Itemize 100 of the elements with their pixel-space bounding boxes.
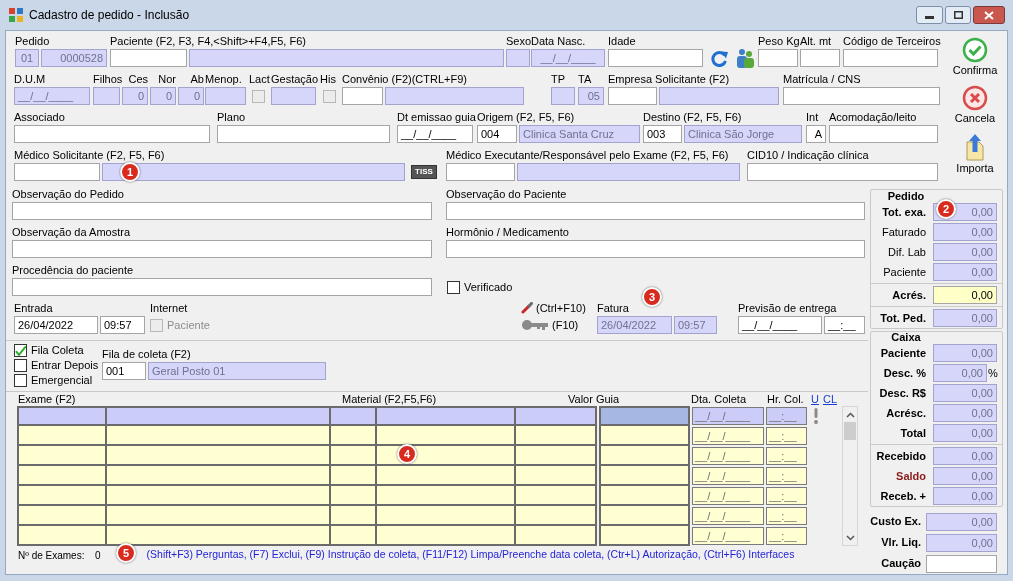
input-field[interactable] [608, 87, 657, 105]
lookup-field[interactable]: 0,00 [933, 404, 997, 422]
lookup-field[interactable] [385, 87, 524, 105]
table-row[interactable] [17, 406, 597, 426]
lookup-field[interactable]: 01 [15, 49, 39, 67]
input-field[interactable] [110, 49, 187, 67]
lookup-field[interactable]: 0,00 [926, 533, 997, 552]
lookup-field[interactable]: 0,00 [933, 364, 987, 382]
lookup-field[interactable] [93, 87, 120, 105]
lookup-field[interactable]: 0,00 [933, 424, 997, 442]
input-field[interactable] [608, 49, 703, 67]
input-field[interactable]: 004 [477, 125, 517, 143]
input-field[interactable] [783, 87, 940, 105]
lookup-field[interactable]: __/__/____ [14, 87, 90, 105]
time-field[interactable]: __:__ [766, 427, 807, 445]
lookup-field[interactable]: 0,00 [933, 223, 997, 241]
input-field[interactable]: 001 [102, 362, 146, 380]
lookup-field[interactable] [506, 49, 530, 67]
date-field[interactable]: __/__/____ [692, 447, 764, 465]
scrollbar[interactable] [842, 406, 858, 546]
lookup-field[interactable]: 0,00 [933, 487, 997, 505]
lookup-field[interactable]: 0,00 [933, 309, 997, 327]
checkbox[interactable] [14, 344, 27, 357]
input-field[interactable] [217, 125, 390, 143]
time-field[interactable]: __:__ [766, 467, 807, 485]
input-field[interactable] [758, 49, 798, 67]
input-field[interactable] [829, 125, 938, 143]
maximize-button[interactable] [945, 6, 971, 24]
input-field[interactable]: __/__/____ [738, 316, 822, 334]
input-field[interactable] [14, 163, 100, 181]
time-field[interactable]: __:__ [766, 487, 807, 505]
checkbox[interactable] [447, 280, 460, 294]
input-field[interactable] [747, 163, 938, 181]
lookup-field[interactable] [189, 49, 504, 67]
scrollbar-thumb[interactable] [844, 422, 856, 440]
link[interactable]: U [811, 392, 819, 406]
lookup-field[interactable] [271, 87, 316, 105]
input-field[interactable] [446, 202, 865, 220]
input-field[interactable] [12, 278, 432, 296]
input-field[interactable] [12, 240, 432, 258]
link[interactable]: CL [822, 392, 837, 406]
lookup-field[interactable]: 0 [122, 87, 148, 105]
table-row[interactable] [17, 426, 597, 446]
lookup-field[interactable]: 0,00 [933, 344, 997, 362]
minimize-button[interactable] [916, 6, 943, 24]
date-field[interactable]: __/__/____ [692, 427, 764, 445]
input-field[interactable]: __:__ [824, 316, 865, 334]
lookup-field[interactable] [205, 87, 246, 105]
lookup-field[interactable]: Clinica Santa Cruz [519, 125, 640, 143]
input-field[interactable] [800, 49, 840, 67]
lookup-field[interactable]: 0 [150, 87, 176, 105]
checkbox[interactable] [14, 374, 27, 387]
date-field[interactable]: __/__/____ [692, 407, 764, 425]
lookup-field[interactable] [551, 87, 575, 105]
lookup-field[interactable]: 0,00 [933, 467, 997, 485]
time-field[interactable]: __:__ [766, 527, 807, 545]
lookup-field[interactable]: 0 [178, 87, 204, 105]
time-field[interactable]: __:__ [766, 447, 807, 465]
cancel-button[interactable]: Cancela [947, 85, 1003, 125]
date-field[interactable]: __/__/____ [692, 467, 764, 485]
input-field[interactable]: 0,00 [933, 286, 997, 304]
input-field[interactable]: __/__/____ [397, 125, 473, 143]
import-button[interactable]: Importa [947, 133, 1003, 175]
time-field[interactable]: __:__ [766, 507, 807, 525]
input-field[interactable] [843, 49, 938, 67]
input-field[interactable] [926, 554, 997, 573]
lookup-field[interactable]: 09:57 [674, 316, 717, 334]
lookup-field[interactable]: 26/04/2022 [597, 316, 672, 334]
date-field[interactable]: __/__/____ [692, 487, 764, 505]
lookup-field[interactable]: 0,00 [933, 243, 997, 261]
input-field[interactable]: 003 [643, 125, 682, 143]
lookup-field[interactable] [659, 87, 779, 105]
input-field[interactable]: 26/04/2022 [14, 316, 98, 334]
lookup-field[interactable]: 0,00 [933, 263, 997, 281]
checkbox[interactable] [14, 359, 27, 372]
date-field[interactable]: __/__/____ [692, 507, 764, 525]
lookup-field[interactable]: 0000528 [41, 49, 107, 67]
lookup-field[interactable] [102, 163, 405, 181]
table-row[interactable] [17, 466, 597, 486]
table-row[interactable] [17, 506, 597, 526]
table-row[interactable] [17, 446, 597, 466]
input-field[interactable]: 09:57 [100, 316, 145, 334]
lookup-field[interactable]: 05 [578, 87, 604, 105]
input-field[interactable] [446, 240, 865, 258]
lookup-field[interactable]: Geral Posto 01 [148, 362, 326, 380]
lookup-field[interactable]: 0,00 [933, 384, 997, 402]
lookup-field[interactable] [517, 163, 740, 181]
input-field[interactable] [12, 202, 432, 220]
input-field[interactable]: A [806, 125, 826, 143]
input-field[interactable] [14, 125, 210, 143]
date-field[interactable]: __/__/____ [692, 527, 764, 545]
time-field[interactable]: __:__ [766, 407, 807, 425]
lookup-field[interactable]: __/__/____ [531, 49, 605, 67]
table-row[interactable] [17, 526, 597, 546]
lookup-field[interactable]: 0,00 [926, 512, 997, 531]
lookup-field[interactable]: Clinica São Jorge [684, 125, 802, 143]
lookup-field[interactable]: 0,00 [933, 447, 997, 465]
input-field[interactable] [342, 87, 383, 105]
input-field[interactable] [446, 163, 515, 181]
close-button[interactable] [973, 6, 1005, 24]
